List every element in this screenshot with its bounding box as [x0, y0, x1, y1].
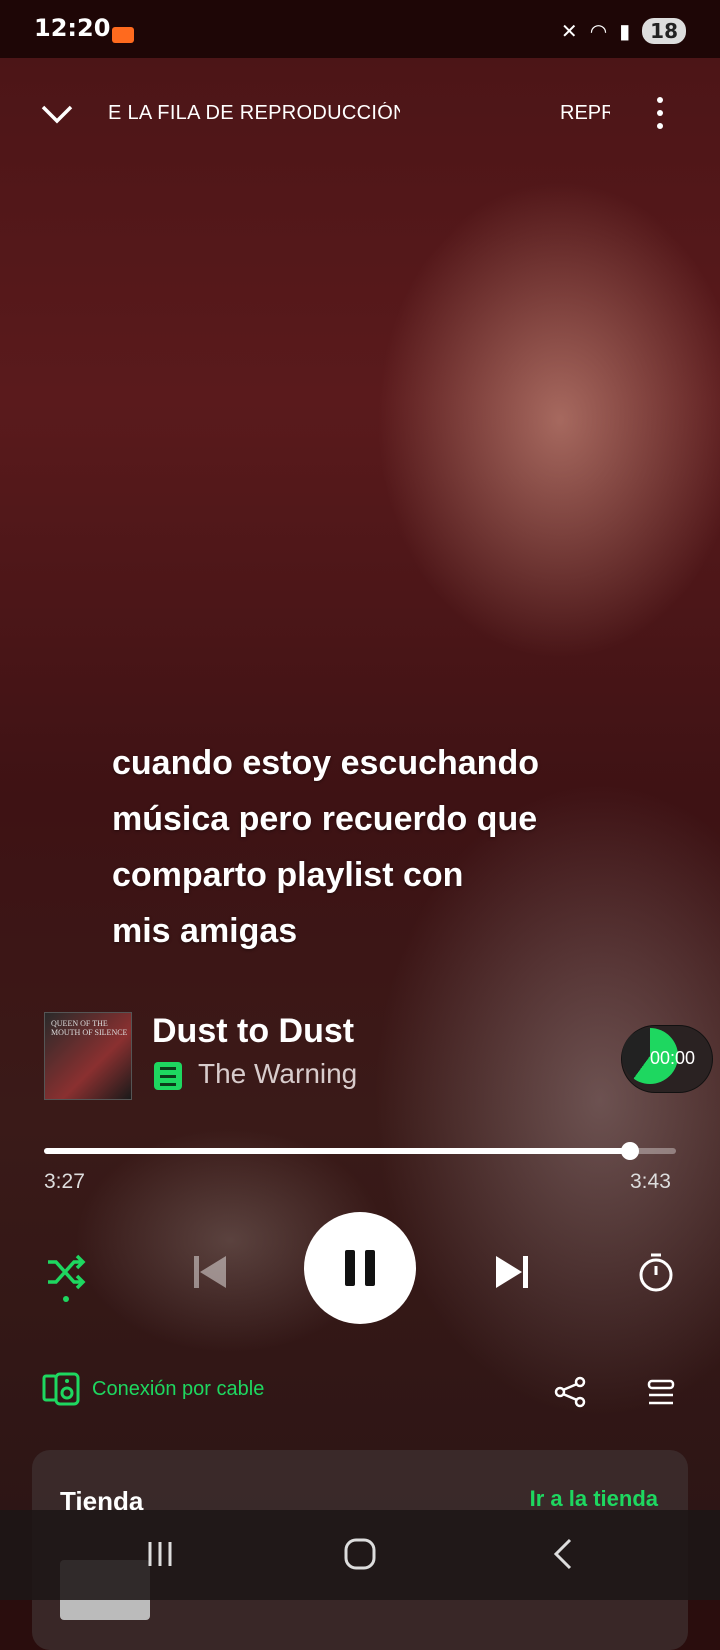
- sleep-timer-chip[interactable]: 00:00: [622, 1026, 712, 1092]
- caption-line: música pero recuerdo que: [112, 800, 538, 838]
- track-artist[interactable]: The Warning: [198, 1058, 357, 1090]
- recents-icon[interactable]: [136, 1532, 184, 1576]
- queue-title: E LA FILA DE REPRODUCCIÓN: [108, 102, 400, 124]
- screen-record-icon: [112, 27, 134, 43]
- system-nav-bar: [0, 1510, 720, 1600]
- go-to-shop-link[interactable]: Ir a la tienda: [530, 1486, 658, 1512]
- timer-value: 00:00: [650, 1048, 696, 1068]
- more-options-icon[interactable]: [650, 94, 670, 134]
- sleep-timer-icon[interactable]: [634, 1250, 678, 1294]
- track-title[interactable]: Dust to Dust: [152, 1012, 354, 1051]
- status-bar: 12:20 ✕ ◠ ▮ 18: [0, 0, 720, 58]
- progress-bar[interactable]: [44, 1142, 676, 1160]
- video-caption: cuando estoy escuchando música pero recu…: [112, 735, 592, 959]
- total-time: 3:43: [630, 1170, 671, 1193]
- share-icon[interactable]: [554, 1376, 586, 1408]
- album-art[interactable]: QUEEN OF THE MOUTH OF SILENCE: [44, 1012, 132, 1100]
- shuffle-active-dot: [63, 1296, 69, 1302]
- status-time: 12:20: [34, 14, 111, 42]
- signal-icon: ▮: [619, 19, 631, 43]
- previous-icon[interactable]: [188, 1250, 232, 1294]
- progress-fill: [44, 1148, 631, 1154]
- device-label: Conexión por cable: [92, 1377, 265, 1400]
- lyrics-icon: [154, 1062, 182, 1090]
- album-art-text: QUEEN OF THE MOUTH OF SILENCE: [51, 1019, 128, 1037]
- device-speaker-icon: [42, 1372, 80, 1406]
- player-header: E LA FILA DE REPRODUCCIÓN REPR: [0, 90, 720, 140]
- queue-icon[interactable]: [646, 1378, 676, 1408]
- back-icon[interactable]: [540, 1532, 588, 1576]
- home-icon[interactable]: [336, 1532, 384, 1576]
- next-icon[interactable]: [490, 1250, 534, 1294]
- pause-button[interactable]: [304, 1212, 416, 1324]
- mute-icon: ✕: [560, 19, 578, 43]
- shuffle-icon[interactable]: [44, 1250, 88, 1294]
- wifi-icon: ◠: [589, 19, 608, 43]
- caption-line: mis amigas: [112, 912, 298, 950]
- connect-device-button[interactable]: Conexión por cable: [42, 1372, 264, 1406]
- chevron-down-icon[interactable]: [40, 96, 74, 130]
- pause-icon: [365, 1250, 375, 1286]
- pause-icon: [345, 1250, 355, 1286]
- caption-line: cuando estoy escuchando: [112, 744, 539, 782]
- battery-icon: 18: [642, 18, 686, 44]
- caption-line: comparto playlist con: [112, 856, 464, 894]
- queue-title-scroll: REPR: [560, 102, 610, 124]
- elapsed-time: 3:27: [44, 1170, 85, 1193]
